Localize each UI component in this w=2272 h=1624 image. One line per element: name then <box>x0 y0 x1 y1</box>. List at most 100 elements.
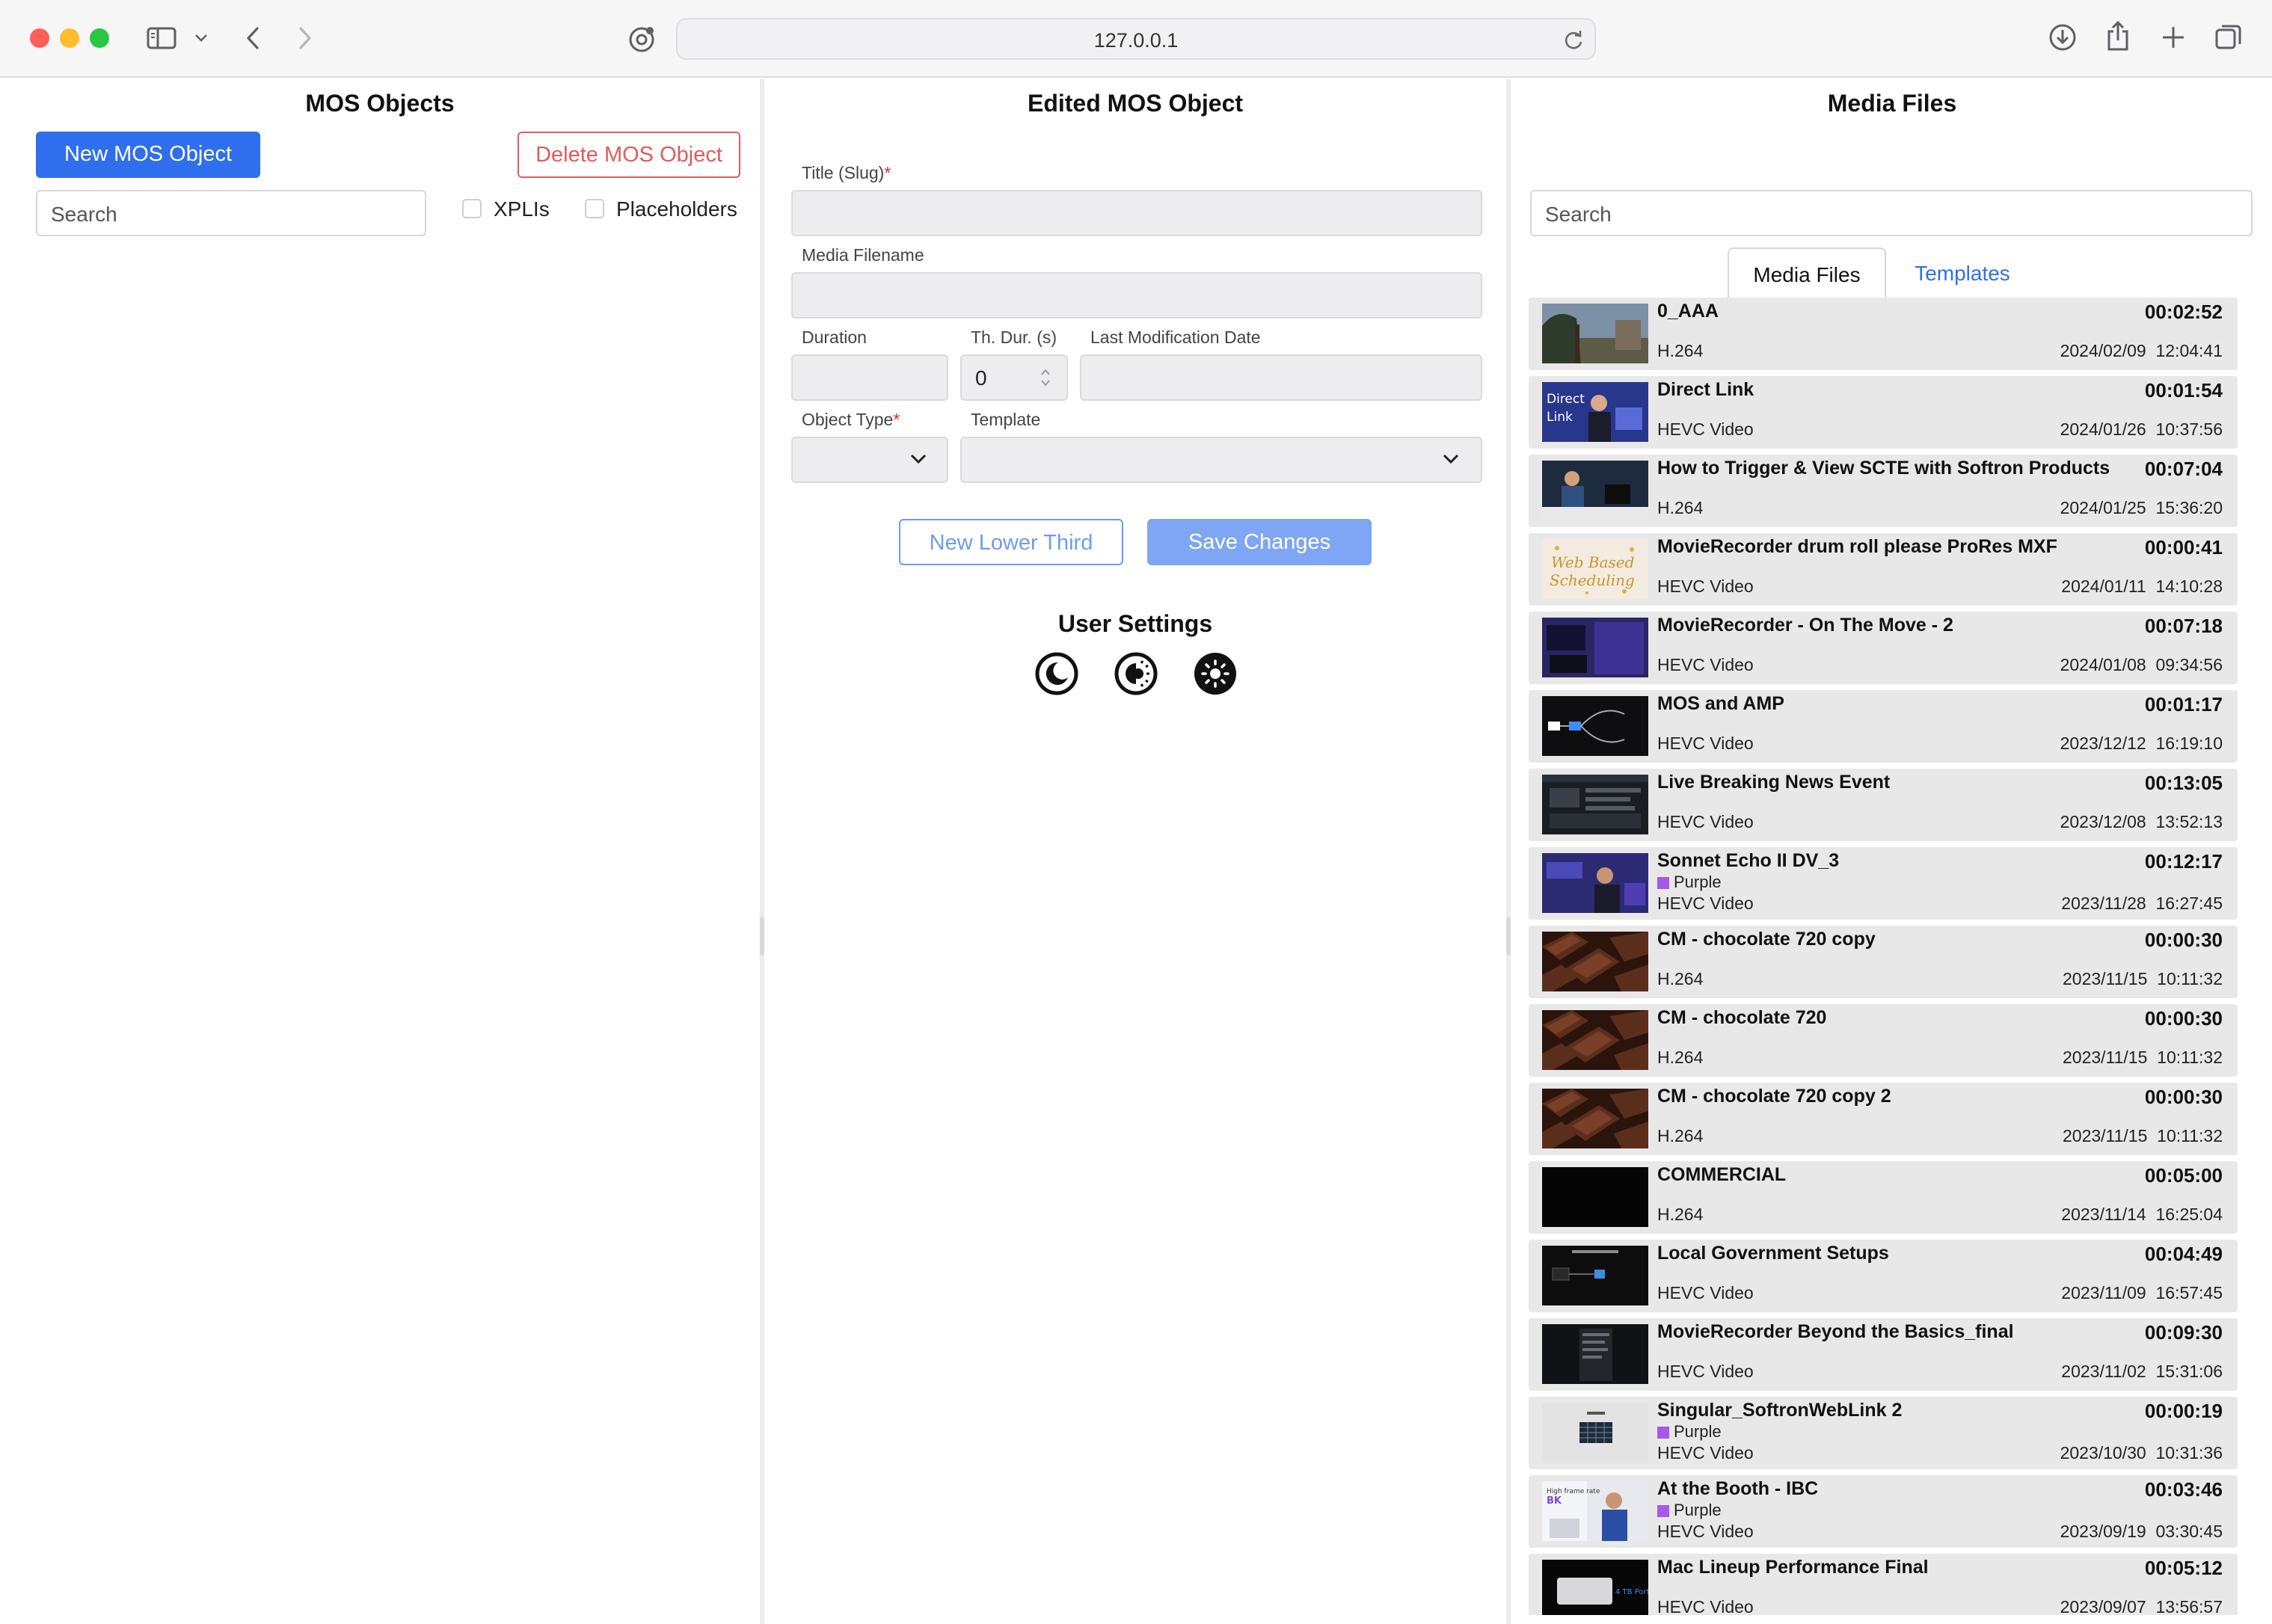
zoom-window-button[interactable] <box>90 28 109 48</box>
browser-toolbar: 127.0.0.1 <box>0 0 2272 78</box>
media-file-row[interactable]: Live Breaking News Event 00:13:05 HEVC Vid… <box>1529 769 2238 841</box>
media-title: Sonnet Echo II DV_3 <box>1657 850 1840 871</box>
back-arrow-icon[interactable] <box>239 22 266 54</box>
title-slug-field[interactable] <box>791 190 1482 236</box>
media-duration: 00:01:54 <box>2144 379 2223 402</box>
media-codec: HEVC Video <box>1657 1597 1754 1615</box>
light-mode-icon[interactable] <box>1194 652 1237 695</box>
media-file-row[interactable]: CM - chocolate 720 copy 00:00:30 H.264 2023… <box>1529 926 2238 998</box>
media-duration: 00:01:17 <box>2144 693 2223 716</box>
minimize-window-button[interactable] <box>60 28 79 48</box>
tab-media-files[interactable]: Media Files <box>1728 247 1886 298</box>
auto-mode-icon[interactable] <box>1114 652 1158 695</box>
black-thumbnail <box>1542 1167 1648 1227</box>
tab-templates[interactable]: Templates <box>1886 247 2039 298</box>
media-duration: 00:00:30 <box>2144 1007 2223 1030</box>
media-file-row[interactable]: Singular_SoftronWebLink 2 00:00:19 Purple H… <box>1529 1397 2238 1469</box>
media-duration: 00:13:05 <box>2144 772 2223 794</box>
placeholders-label: Placeholders <box>616 197 737 221</box>
color-tag-label: Purple <box>1674 1501 1722 1519</box>
media-title: CM - chocolate 720 <box>1657 1007 1827 1028</box>
media-filename-field[interactable] <box>791 272 1482 319</box>
address-bar[interactable]: 127.0.0.1 <box>676 18 1596 60</box>
chevron-down-icon[interactable] <box>191 28 211 48</box>
media-date: 2024/01/26 10:37:56 <box>2060 419 2223 439</box>
diagram-thumbnail <box>1542 696 1648 756</box>
chocolate-thumbnail <box>1542 932 1648 991</box>
xplis-checkbox[interactable] <box>462 199 482 218</box>
dark-mode-icon[interactable] <box>1035 652 1078 695</box>
ui-thumbnail <box>1542 775 1648 834</box>
media-search-input[interactable]: Search <box>1530 190 2253 236</box>
share-icon[interactable] <box>2101 18 2134 54</box>
media-title: CM - chocolate 720 copy 2 <box>1657 1086 1891 1107</box>
media-title: MovieRecorder drum roll please ProRes MX… <box>1657 536 2057 557</box>
forward-arrow-icon[interactable] <box>292 22 319 54</box>
pane-title-mos-objects: MOS Objects <box>305 90 455 117</box>
media-file-row[interactable]: 0_AAA 00:02:52 H.264 2024/02/09 12:04:41 <box>1529 298 2238 370</box>
template-select[interactable] <box>960 437 1482 483</box>
pane-divider-right[interactable] <box>1506 79 1511 1624</box>
media-date: 2023/11/15 10:11:32 <box>2062 1048 2223 1067</box>
duration-label: Duration <box>802 327 867 347</box>
media-title: COMMERCIAL <box>1657 1164 1787 1185</box>
placeholders-checkbox[interactable] <box>585 199 604 218</box>
media-title: 0_AAA <box>1657 301 1719 322</box>
media-file-row[interactable]: How to Trigger & View SCTE with Softron … <box>1529 455 2238 527</box>
delete-mos-object-button[interactable]: Delete MOS Object <box>518 132 740 178</box>
media-title: Local Government Setups <box>1657 1243 1889 1264</box>
media-filename-label: Media Filename <box>802 245 924 265</box>
media-duration: 00:07:04 <box>2144 458 2223 480</box>
purple-tag-swatch <box>1657 1427 1669 1439</box>
new-lower-third-button[interactable]: New Lower Third <box>899 519 1123 565</box>
new-mos-object-button[interactable]: New MOS Object <box>36 132 260 178</box>
media-file-row[interactable]: 4 TB Ports Mac Lineup Performance Final 00… <box>1529 1554 2238 1615</box>
media-file-row[interactable]: High frame rate BK At the Booth - IBC 00:03… <box>1529 1475 2238 1548</box>
media-list-scrollbar[interactable] <box>2245 298 2253 1615</box>
media-title: How to Trigger & View SCTE with Softron … <box>1657 458 2110 479</box>
downloads-icon[interactable] <box>2046 21 2079 54</box>
media-file-row[interactable]: Direct Link Direct Link 00:01:54 HEVC Video 2… <box>1529 376 2238 449</box>
media-codec: HEVC Video <box>1657 733 1754 753</box>
media-file-row[interactable]: Web Based Scheduling MovieRecorder drum ro… <box>1529 533 2238 606</box>
media-file-row[interactable]: Local Government Setups 00:04:49 HEVC Vide… <box>1529 1240 2238 1312</box>
media-file-list[interactable]: 0_AAA 00:02:52 H.264 2024/02/09 12:04:41 Dir… <box>1529 298 2238 1615</box>
reload-icon[interactable] <box>1563 28 1584 55</box>
media-title: MOS and AMP <box>1657 693 1784 714</box>
duration-field[interactable] <box>791 354 948 401</box>
th-dur-stepper[interactable]: 0 <box>960 354 1068 401</box>
media-codec: HEVC Video <box>1657 812 1754 831</box>
stepper-arrows-icon[interactable] <box>1040 366 1051 393</box>
media-date: 2023/10/30 10:31:36 <box>2060 1443 2223 1462</box>
media-date: 2024/01/11 14:10:28 <box>2061 576 2223 596</box>
th-dur-value: 0 <box>975 366 987 390</box>
media-codec: HEVC Video <box>1657 1283 1754 1302</box>
media-file-row[interactable]: MOS and AMP 00:01:17 HEVC Video 2023/12/12 … <box>1529 690 2238 763</box>
media-title: Singular_SoftronWebLink 2 <box>1657 1400 1903 1421</box>
media-date: 2024/01/08 09:34:56 <box>2060 655 2223 674</box>
media-file-row[interactable]: MovieRecorder Beyond the Basics_final 00:… <box>1529 1318 2238 1391</box>
media-codec: HEVC Video <box>1657 655 1754 674</box>
url-text: 127.0.0.1 <box>1093 29 1179 52</box>
media-file-row[interactable]: COMMERCIAL 00:05:00 H.264 2023/11/14 16:25:… <box>1529 1161 2238 1234</box>
media-file-row[interactable]: CM - chocolate 720 00:00:30 H.264 2023/11/1… <box>1529 1004 2238 1077</box>
close-window-button[interactable] <box>30 28 49 48</box>
media-duration: 00:05:00 <box>2144 1164 2223 1187</box>
new-tab-icon[interactable] <box>2157 21 2190 54</box>
media-date: 2023/11/15 10:11:32 <box>2062 1126 2223 1145</box>
media-codec: H.264 <box>1657 1126 1704 1145</box>
save-changes-button[interactable]: Save Changes <box>1147 519 1372 565</box>
media-duration: 00:00:30 <box>2144 1086 2223 1108</box>
media-file-row[interactable]: CM - chocolate 720 copy 2 00:00:30 H.264 20… <box>1529 1083 2238 1155</box>
media-duration: 00:00:30 <box>2144 929 2223 951</box>
tab-overview-icon[interactable] <box>2212 21 2245 54</box>
last-modification-date-field[interactable] <box>1080 354 1482 401</box>
chocolate-thumbnail <box>1542 1010 1648 1070</box>
privacy-report-icon[interactable] <box>625 22 658 55</box>
media-file-row[interactable]: MovieRecorder - On The Move - 2 00:07:18 H… <box>1529 612 2238 684</box>
media-file-row[interactable]: Sonnet Echo II DV_3 00:12:17 Purple HEVC Vi… <box>1529 847 2238 920</box>
object-type-select[interactable] <box>791 437 948 483</box>
media-date: 2023/11/02 15:31:06 <box>2061 1362 2223 1381</box>
sidebar-toggle-icon[interactable] <box>144 22 179 54</box>
mos-search-input[interactable]: Search <box>36 190 426 236</box>
